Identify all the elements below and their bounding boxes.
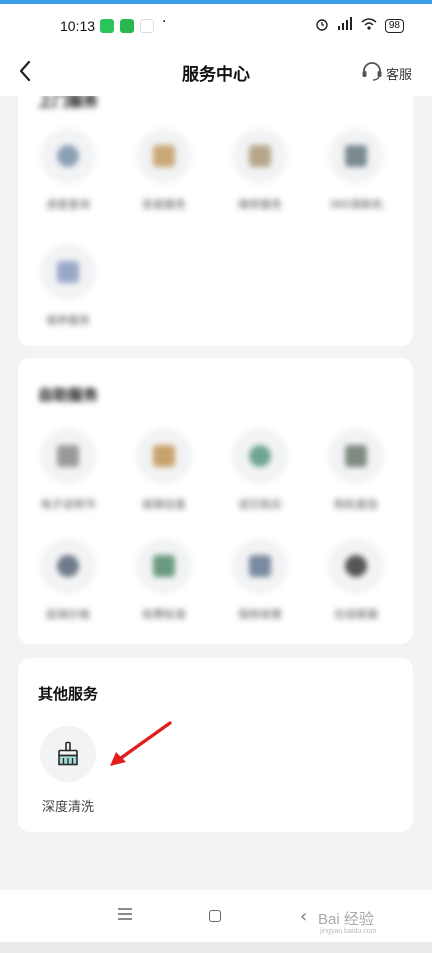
more-dot-icon: · (162, 14, 167, 30)
service-icon (40, 128, 96, 184)
service-item[interactable]: 维修服务 (212, 128, 308, 212)
service-item[interactable]: 进度查询 (20, 128, 116, 212)
recent-apps-button[interactable] (118, 908, 132, 923)
customer-service-button[interactable]: 客服 (361, 61, 412, 85)
game-notify-icon (140, 19, 154, 33)
service-icon (328, 128, 384, 184)
service-item[interactable]: 故障自查 (116, 428, 212, 512)
onsite-service-card: 上门服务 进度查询 安装服务 维修服务 360清新机 保养服务 (18, 96, 413, 346)
service-item[interactable]: 安装服务 (116, 128, 212, 212)
self-service-card: 自助服务 电子说明书 故障自查 滤芯购买 购机查验 延保价格 收费标准 保修政策… (18, 358, 413, 644)
watermark-url: jingyan.baidu.com (320, 928, 377, 935)
service-item[interactable]: 收费标准 (116, 538, 212, 622)
status-right: 98 (315, 17, 404, 34)
service-item[interactable]: 电子说明书 (20, 428, 116, 512)
service-content: 上门服务 进度查询 安装服务 维修服务 360清新机 保养服务 自助服务 电子说… (0, 96, 432, 890)
baidu-watermark: Bai 经验 jingyan.baidu.com (318, 908, 376, 935)
self-service-title: 自助服务 (38, 386, 99, 404)
service-item[interactable]: 延保价格 (20, 538, 116, 622)
deep-clean-icon-circle (40, 726, 96, 782)
service-icon (328, 428, 384, 484)
app-notify-icon (120, 19, 134, 33)
service-icon (136, 428, 192, 484)
other-service-title: 其他服务 (38, 685, 99, 703)
service-icon (232, 538, 288, 594)
service-icon (232, 428, 288, 484)
deep-clean-service[interactable]: 深度清洗 (20, 726, 116, 815)
signal-icon (337, 17, 353, 34)
service-icon (40, 428, 96, 484)
headset-icon (361, 61, 383, 85)
status-bar: 10:13 · 98 (0, 4, 432, 48)
home-button[interactable] (209, 910, 221, 922)
customer-service-label: 客服 (385, 67, 412, 83)
alarm-icon (315, 17, 329, 34)
service-icon (136, 128, 192, 184)
service-item[interactable]: 购机查验 (308, 428, 404, 512)
deep-clean-label: 深度清洗 (41, 800, 94, 815)
wifi-icon (361, 17, 377, 34)
system-back-button[interactable]: ‹ (300, 906, 307, 927)
service-item[interactable]: 在线客服 (308, 538, 404, 622)
bottom-edge (0, 942, 432, 953)
brush-icon (58, 741, 78, 766)
onsite-service-title: 上门服务 (38, 96, 99, 110)
service-icon (40, 244, 96, 300)
watermark-brand: Bai 经验 (318, 911, 374, 928)
service-item[interactable]: 360清新机 (308, 128, 404, 212)
service-icon (136, 538, 192, 594)
service-icon (328, 538, 384, 594)
nav-bar: 服务中心 客服 (0, 48, 432, 96)
other-service-card: 其他服务 深度清洗 (18, 658, 413, 832)
service-item[interactable]: 保修政策 (212, 538, 308, 622)
wechat-notify-icon (100, 19, 114, 33)
annotation-arrow-icon (110, 721, 172, 766)
service-icon (40, 538, 96, 594)
service-item[interactable]: 滤芯购买 (212, 428, 308, 512)
battery-icon: 98 (384, 18, 404, 33)
status-time: 10:13 (60, 18, 96, 34)
service-item[interactable]: 保养服务 (20, 244, 116, 328)
service-icon (232, 128, 288, 184)
